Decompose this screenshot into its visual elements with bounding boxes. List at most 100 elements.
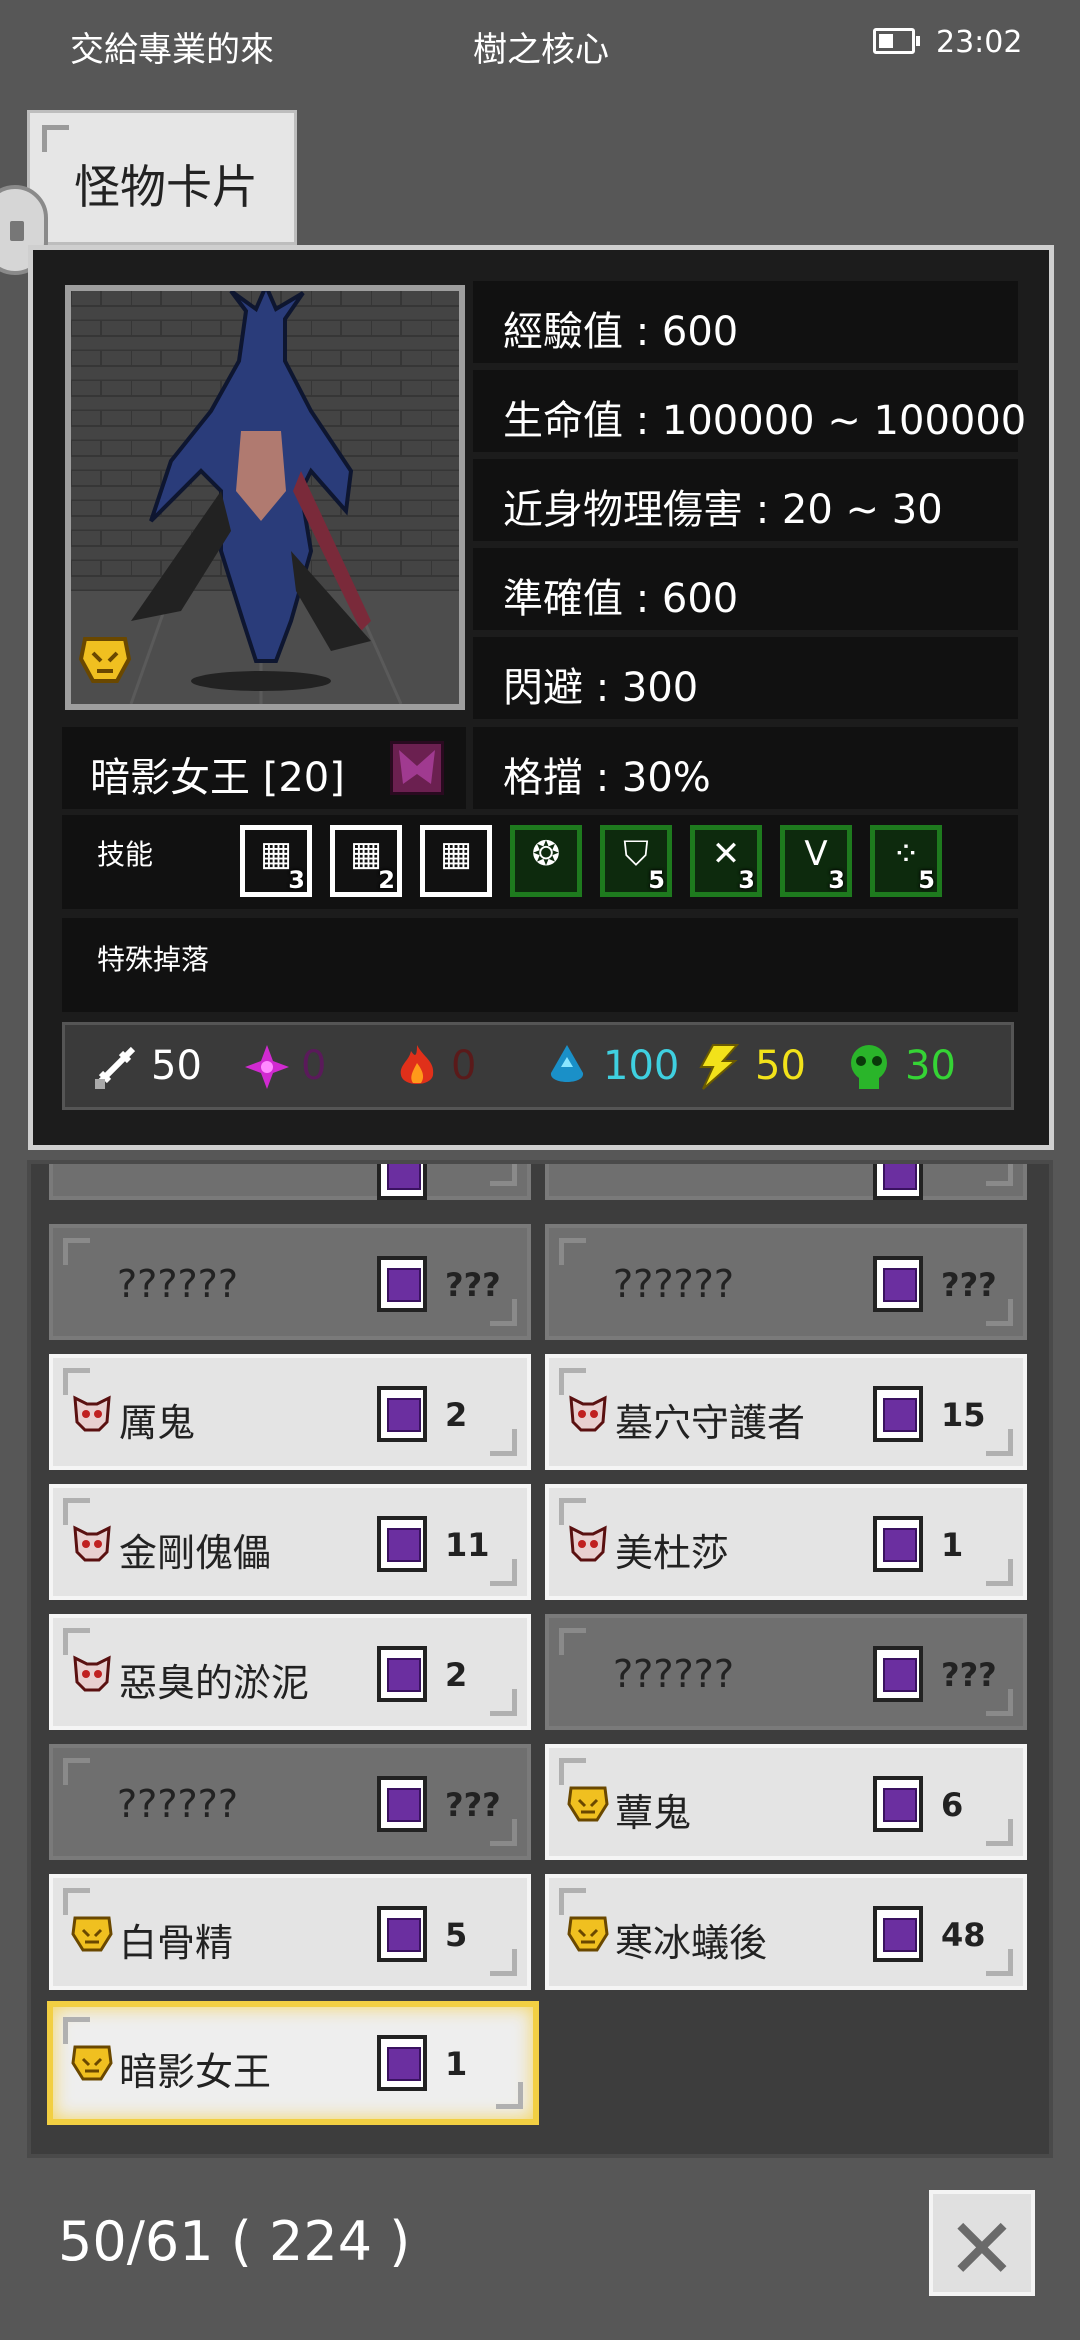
monster-card-count: 15 (941, 1396, 986, 1434)
red-tier-icon (71, 1392, 113, 1434)
card-book-icon (873, 1516, 923, 1572)
stat-evade: 閃避 : 300 (473, 637, 1018, 719)
skills-row: 技能 ▦ 3 ▦ 2 ▦ ❂ ⛉ 5 ✕ 3 V 3 ⁘ 5 (62, 815, 1018, 909)
skill-slot[interactable]: ▦ 3 (240, 825, 312, 897)
arcane-resist-icon (245, 1045, 289, 1089)
monster-card[interactable]: 美杜莎 1 (545, 1484, 1027, 1600)
close-button[interactable]: ✕ (929, 2190, 1035, 2298)
arcane-resist-value: 0 (301, 1043, 327, 1089)
card-book-icon (377, 1256, 427, 1312)
tab-monster-cards[interactable]: 怪物卡片 (27, 110, 297, 245)
monster-card-name: ?????? (613, 1652, 735, 1696)
skill-level: 3 (738, 866, 755, 894)
status-time: 23:02 (936, 25, 1023, 60)
monster-card-name: 墓穴守護者 (615, 1401, 806, 1445)
fire-resist-icon (400, 1045, 434, 1084)
water-resist-icon (550, 1045, 584, 1082)
close-icon: ✕ (946, 2200, 1018, 2298)
stat-accuracy: 準確值 : 600 (473, 548, 1018, 630)
skill-slot[interactable]: ✕ 3 (690, 825, 762, 897)
fire-resist-value: 0 (451, 1043, 477, 1089)
monster-card[interactable]: 金剛傀儡 11 (49, 1484, 531, 1600)
monster-card-name: ?????? (117, 1782, 239, 1826)
monster-card-count: 1 (941, 1526, 964, 1564)
red-tier-icon (71, 1522, 113, 1564)
monster-card[interactable]: 墓穴守護者 15 (545, 1354, 1027, 1470)
red-tier-icon (567, 1522, 609, 1564)
skill-level: 5 (918, 866, 935, 894)
special-drop-row: 特殊掉落 (62, 918, 1018, 1012)
battery-icon (873, 28, 920, 54)
skills-label: 技能 (97, 838, 154, 871)
monster-card-name: 暗影女王 (119, 2050, 272, 2094)
skill-slot[interactable]: ❂ (510, 825, 582, 897)
card-book-icon (873, 1906, 923, 1962)
monster-card-name: 蕈鬼 (615, 1791, 692, 1835)
monster-card-count: ??? (445, 1786, 501, 1824)
poison-resist-value: 30 (905, 1043, 956, 1089)
monster-card-count: 5 (445, 1916, 468, 1954)
physical-resist-icon (94, 1046, 136, 1089)
stat-block: 格擋 : 30% (473, 727, 1018, 809)
monster-card[interactable]: 惡臭的淤泥 2 (49, 1614, 531, 1730)
monster-card-name: 金剛傀儡 (119, 1531, 272, 1575)
monster-name-row: 暗影女王 [20] (62, 727, 466, 809)
card-book-icon (377, 1906, 427, 1962)
status-bar: 交給專業的來 樹之核心 23:02 (0, 0, 1080, 90)
special-drop-label: 特殊掉落 (97, 943, 210, 976)
monster-card-count: 2 (445, 1396, 468, 1434)
skill-slot[interactable]: ⛉ 5 (600, 825, 672, 897)
monster-card-list[interactable]: ?????????????????? 厲鬼 2 墓穴守護者 15 金剛傀儡 11 美杜莎 1 惡臭… (27, 1160, 1053, 2158)
card-book-icon (377, 1516, 427, 1572)
monster-card[interactable]: 白骨精 5 (49, 1874, 531, 1990)
monster-card[interactable]: ????????? (545, 1614, 1027, 1730)
card-book-icon (377, 1776, 427, 1832)
monster-card[interactable]: ????????? (545, 1224, 1027, 1340)
list-item[interactable] (545, 1164, 1027, 1200)
rune-skill-icon: ▦ (439, 834, 473, 874)
monster-card[interactable]: 厲鬼 2 (49, 1354, 531, 1470)
skill-level: 5 (648, 866, 665, 894)
wing-skill-icon: ❂ (531, 834, 561, 874)
monster-card-name: 厲鬼 (119, 1401, 196, 1445)
list-item[interactable] (49, 1164, 531, 1200)
skill-level: 3 (288, 866, 305, 894)
monster-card[interactable]: ????????? (49, 1224, 531, 1340)
monster-card-count: ??? (445, 1266, 501, 1304)
skill-slot[interactable]: ▦ (420, 825, 492, 897)
skill-slot[interactable]: ▦ 2 (330, 825, 402, 897)
monster-card[interactable]: 暗影女王 1 (47, 2001, 539, 2125)
gold-tier-badge-icon (78, 637, 132, 683)
gold-tier-icon (71, 1912, 113, 1954)
card-book-icon (873, 1386, 923, 1442)
monster-card[interactable]: 蕈鬼 6 (545, 1744, 1027, 1860)
card-book-icon (377, 1646, 427, 1702)
skill-slot[interactable]: V3 (780, 825, 852, 897)
monster-card-count: ??? (941, 1656, 997, 1694)
status-left-text: 交給專業的來 (70, 30, 274, 70)
card-book-icon (873, 1646, 923, 1702)
gold-tier-icon (567, 1912, 609, 1954)
monster-card-count: ??? (941, 1266, 997, 1304)
monster-card[interactable]: 寒冰蟻後 48 (545, 1874, 1027, 1990)
monster-card-count: 11 (445, 1526, 490, 1564)
gold-tier-icon (567, 1782, 609, 1824)
stat-exp: 經驗值 : 600 (473, 281, 1018, 363)
monster-card-count: 48 (941, 1916, 986, 1954)
water-resist-value: 100 (603, 1043, 680, 1089)
monster-card-name: 寒冰蟻後 (615, 1921, 768, 1965)
monster-card-count: 1 (445, 2045, 468, 2083)
lightning-resist-value: 50 (755, 1043, 806, 1089)
card-book-icon (873, 1776, 923, 1832)
monster-card-name: ?????? (117, 1262, 239, 1306)
card-book-icon (377, 1386, 427, 1442)
monster-card[interactable]: ????????? (49, 1744, 531, 1860)
red-tier-icon (567, 1392, 609, 1434)
collection-count: 50/61 ( 224 ) (58, 2210, 411, 2273)
stat-hp: 生命值 : 100000 ~ 100000 (473, 370, 1026, 452)
skill-level: 2 (378, 866, 395, 894)
resistance-bar: 50 0 0 100 50 30 (62, 1022, 1014, 1110)
red-tier-icon (71, 1652, 113, 1694)
skill-slot[interactable]: ⁘ 5 (870, 825, 942, 897)
monster-card-name: ?????? (613, 1262, 735, 1306)
